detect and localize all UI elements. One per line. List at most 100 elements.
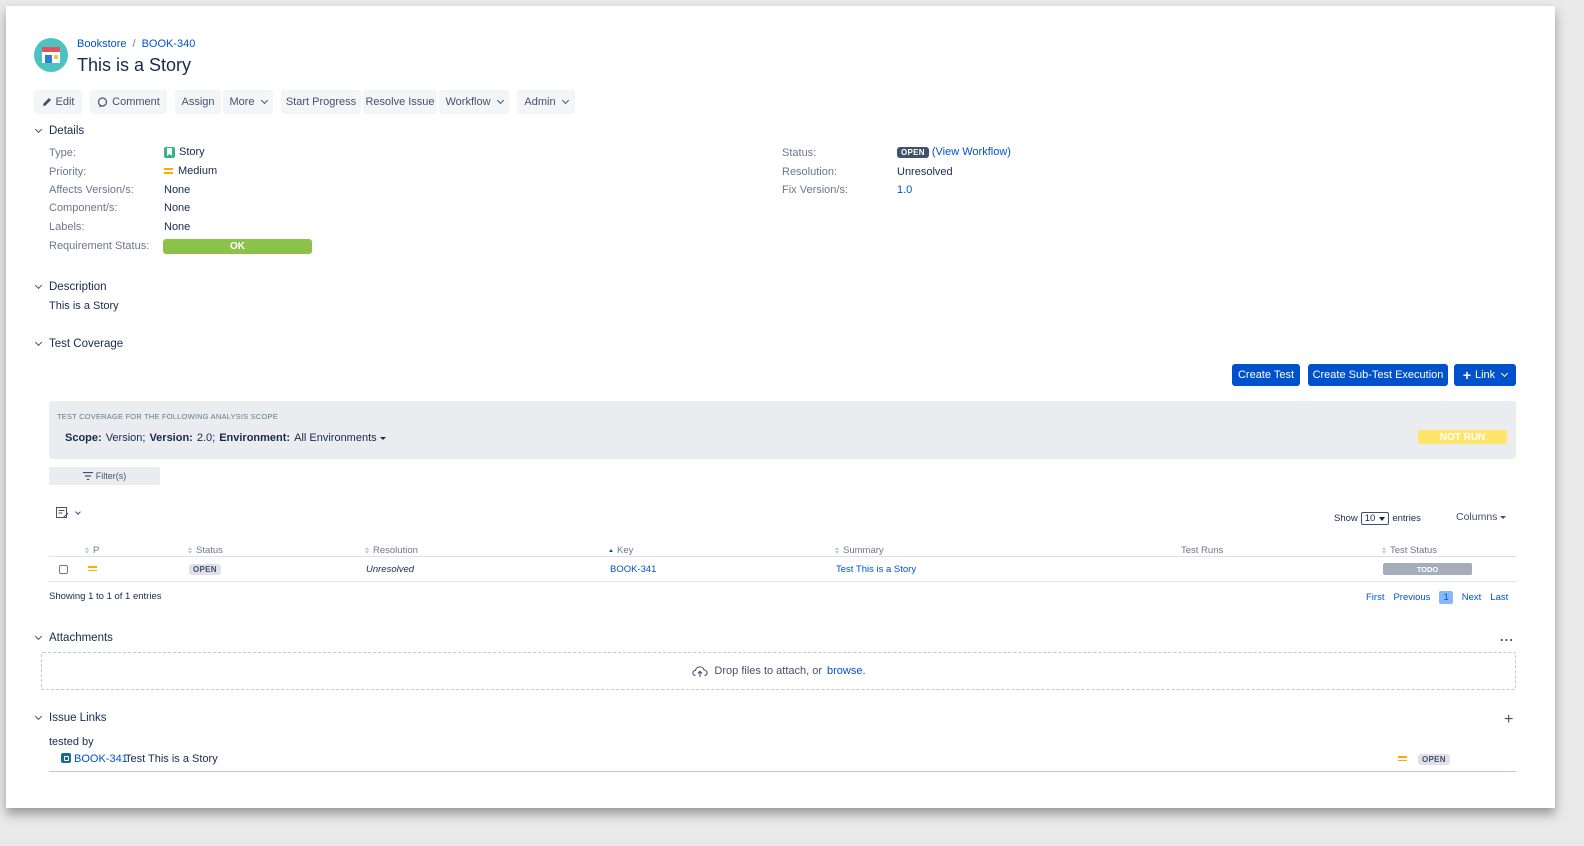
column-header-key-label: Key (617, 545, 634, 556)
breadcrumb-issue-key[interactable]: BOOK-340 (142, 38, 196, 50)
table-row[interactable]: OPEN Unresolved BOOK-341 Test This is a … (49, 557, 1516, 582)
priority-medium-icon (88, 566, 97, 572)
labels-label: Labels: (49, 221, 85, 233)
chevron-down-icon (75, 508, 81, 515)
labels-value: None (164, 221, 191, 233)
pager-first[interactable]: First (1366, 592, 1384, 603)
chevron-down-icon (496, 96, 504, 105)
create-test-button[interactable]: Create Test (1232, 364, 1300, 386)
table-edit-icon (56, 507, 69, 519)
edit-button[interactable]: Edit (34, 90, 82, 114)
chevron-down-icon (1501, 369, 1509, 378)
scope-line: Scope: Version; Version: 2.0; Environmen… (65, 432, 386, 444)
columns-button[interactable]: Columns (1456, 511, 1507, 523)
column-header-test-status-label: Test Status (1390, 545, 1437, 556)
resolution-value: Unresolved (897, 166, 953, 178)
link-label: Link (1475, 369, 1496, 381)
requirement-status-bar: OK (163, 239, 312, 254)
attachments-toggle-icon[interactable] (34, 632, 43, 641)
issue-links-heading[interactable]: Issue Links (49, 712, 107, 724)
add-link-icon[interactable]: + (1504, 711, 1513, 729)
pager-current-page[interactable]: 1 (1439, 591, 1453, 604)
page-title: This is a Story (77, 55, 192, 75)
description-toggle-icon[interactable] (34, 281, 43, 290)
attachments-heading[interactable]: Attachments (49, 632, 113, 644)
caret-down-icon (1500, 515, 1507, 519)
column-header-status-label: Status (196, 545, 223, 556)
issue-link-row[interactable]: BOOK-341 Test This is a Story OPEN (49, 751, 1516, 772)
pager-next[interactable]: Next (1462, 592, 1482, 603)
entries-control: Show 10 entries (1334, 512, 1421, 525)
pager-last[interactable]: Last (1490, 592, 1508, 603)
table-actions-menu[interactable] (56, 507, 81, 519)
column-header-test-status[interactable]: Test Status (1382, 545, 1437, 556)
chevron-down-icon (260, 96, 268, 105)
requirement-status-label: Requirement Status: (49, 240, 150, 252)
test-coverage-heading[interactable]: Test Coverage (49, 338, 123, 350)
column-header-key[interactable]: Key (609, 545, 633, 556)
attachments-more-button[interactable]: ... (1500, 629, 1514, 644)
breadcrumb: Bookstore / BOOK-340 (77, 38, 195, 50)
column-header-status[interactable]: Status (188, 545, 223, 556)
workflow-label: Workflow (445, 96, 491, 108)
filters-label: Filter(s) (95, 471, 127, 481)
chevron-down-icon (561, 96, 569, 105)
description-text: This is a Story (49, 300, 119, 312)
column-header-resolution[interactable]: Resolution (365, 545, 418, 556)
more-label: More (229, 96, 255, 108)
details-toggle-icon[interactable] (34, 125, 43, 134)
start-progress-button[interactable]: Start Progress (281, 90, 361, 114)
row-resolution: Unresolved (366, 564, 415, 575)
row-test-status-bar: TODO (1383, 563, 1472, 575)
column-header-summary-label: Summary (843, 545, 884, 556)
status-lozenge: OPEN (897, 146, 929, 158)
fix-version-link[interactable]: 1.0 (897, 184, 912, 196)
overall-status-bar: NOT RUN (1418, 430, 1507, 444)
issue-links-toggle-icon[interactable] (34, 712, 43, 721)
resolve-issue-button[interactable]: Resolve Issue (363, 90, 437, 114)
admin-label: Admin (524, 96, 556, 108)
store-icon (42, 47, 60, 63)
caret-down-icon (1379, 516, 1386, 521)
priority-label: Priority: (49, 166, 87, 178)
pager-previous[interactable]: Previous (1393, 592, 1430, 603)
attachment-dropzone[interactable]: Drop files to attach, or browse. (41, 652, 1516, 690)
column-header-test-runs: Test Runs (1181, 545, 1223, 556)
story-icon (164, 146, 175, 158)
environment-dropdown[interactable]: All Environments (294, 432, 386, 444)
version-value: 2.0; (196, 432, 216, 444)
row-key-link[interactable]: BOOK-341 (610, 564, 656, 575)
filter-icon (82, 472, 93, 480)
project-avatar[interactable] (34, 38, 68, 72)
show-label: Show (1334, 513, 1358, 524)
comment-icon (98, 96, 108, 107)
filters-button[interactable]: Filter(s) (49, 467, 160, 485)
row-summary-link[interactable]: Test This is a Story (836, 564, 916, 575)
column-header-p[interactable]: P (85, 545, 99, 556)
more-button[interactable]: More (223, 90, 273, 114)
columns-label: Columns (1456, 511, 1498, 523)
column-header-summary[interactable]: Summary (835, 545, 884, 556)
issue-page: Bookstore / BOOK-340 This is a Story Edi… (6, 6, 1555, 808)
assign-button[interactable]: Assign (175, 90, 221, 114)
breadcrumb-separator: / (132, 38, 136, 50)
test-coverage-toggle-icon[interactable] (34, 338, 43, 347)
entries-select[interactable]: 10 (1360, 512, 1390, 525)
affects-version-label: Affects Version/s: (49, 184, 134, 196)
admin-button[interactable]: Admin (517, 90, 575, 114)
column-header-test-runs-label: Test Runs (1181, 545, 1224, 556)
create-sub-test-execution-button[interactable]: Create Sub-Test Execution (1308, 364, 1448, 386)
comment-button[interactable]: Comment (90, 90, 167, 114)
scope-heading: TEST COVERAGE FOR THE FOLLOWING ANALYSIS… (57, 412, 278, 421)
environment-label: Environment: (219, 432, 291, 444)
breadcrumb-project[interactable]: Bookstore (77, 38, 127, 50)
details-heading[interactable]: Details (49, 125, 84, 137)
link-button[interactable]: + Link (1454, 364, 1516, 386)
linked-issue-key[interactable]: BOOK-341 (74, 753, 128, 765)
description-heading[interactable]: Description (49, 281, 107, 293)
view-workflow-link[interactable]: (View Workflow) (932, 146, 1011, 158)
browse-link[interactable]: browse. (827, 665, 866, 677)
status-label: Status: (782, 147, 817, 159)
workflow-button[interactable]: Workflow (439, 90, 509, 114)
row-checkbox[interactable] (59, 565, 68, 574)
